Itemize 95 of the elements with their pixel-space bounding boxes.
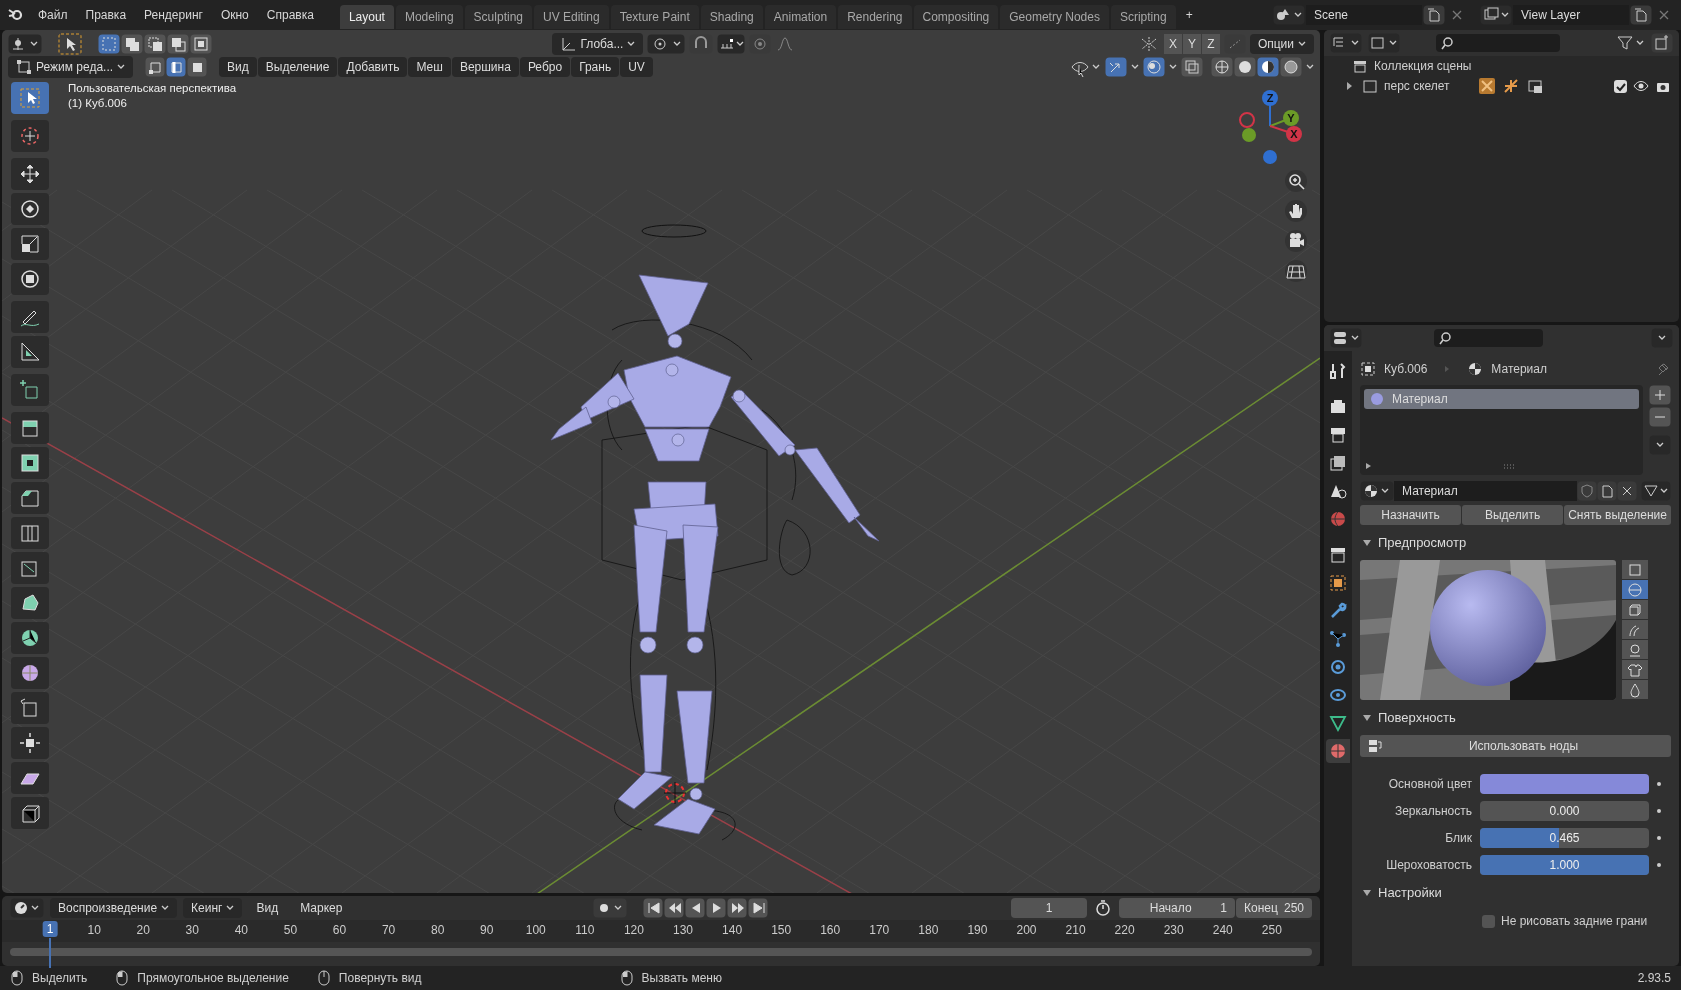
frame-number: 250	[1261, 923, 1282, 937]
add-workspace-button[interactable]: +	[1177, 5, 1201, 25]
workspace-tab[interactable]: Geometry Nodes	[1000, 5, 1109, 29]
menu-item[interactable]: Грань	[571, 56, 620, 77]
range-field[interactable]: Начало 1	[1119, 898, 1235, 918]
frame-number: 120	[623, 923, 644, 937]
mode-dropdown[interactable]: Режим реда...	[8, 55, 134, 78]
menu-item[interactable]: Вершина	[451, 56, 519, 77]
status-text: Выделить	[32, 971, 88, 985]
status-text: Прямоугольное выделение	[137, 971, 289, 985]
frame-number: 240	[1212, 923, 1233, 937]
workspace-tab[interactable]: Sculpting	[464, 5, 532, 29]
viewport-info-text: Пользовательская перспектива	[68, 82, 237, 94]
menu-item[interactable]: Меш	[408, 56, 451, 77]
frame-number: 110	[575, 923, 595, 937]
workspace-tab[interactable]: Texture Paint	[610, 5, 699, 29]
frame-number: 210	[1065, 923, 1086, 937]
frame-number: 80	[430, 923, 445, 937]
axis-toggle[interactable]: X	[1163, 33, 1182, 54]
frame-number: 130	[673, 923, 693, 937]
panel-header[interactable]: Поверхность	[1360, 704, 1671, 731]
workspace-tab[interactable]: Rendering	[838, 5, 912, 29]
status-text: Повернуть вид	[338, 971, 422, 985]
breadcrumb-text: Куб.006	[1384, 362, 1428, 376]
menu-item[interactable]: Рендеринг	[136, 5, 211, 25]
frame-number: 90	[480, 923, 494, 937]
view-layer-field[interactable]: View Layer	[1513, 5, 1629, 25]
workspace-tab[interactable]: UV Editing	[534, 5, 609, 29]
menu-item[interactable]: UV	[620, 56, 653, 77]
options-dropdown[interactable]: Опции	[1249, 33, 1314, 54]
axis-label: Y	[1287, 112, 1295, 124]
viewport-info-text: (1) Куб.006	[68, 97, 128, 109]
frame-number: 100	[525, 923, 546, 937]
frame-number: 220	[1114, 923, 1135, 937]
collection-label[interactable]: Коллекция сцены	[1374, 59, 1472, 73]
axis-toggle[interactable]: Z	[1201, 33, 1220, 54]
frame-number: 10	[87, 923, 101, 937]
frame-number: 20	[136, 923, 150, 937]
workspace-tab[interactable]: Animation	[764, 5, 837, 29]
menu-item[interactable]: Вид	[248, 898, 287, 918]
workspace-tab[interactable]: Compositing	[913, 5, 999, 29]
panel-header[interactable]: Настройки	[1360, 879, 1671, 906]
panel-header[interactable]: Предпросмотр	[1360, 529, 1671, 556]
menu-item[interactable]: Выделение	[257, 56, 338, 77]
orientation-dropdown[interactable]: Глоба...	[552, 32, 644, 55]
field-label: Шероховатость	[1385, 858, 1472, 872]
value-slider[interactable]: 0.000	[1480, 801, 1649, 821]
frame-number: 160	[820, 923, 841, 937]
menu-item[interactable]: Окно	[212, 5, 257, 25]
scene-field[interactable]: Scene	[1306, 5, 1422, 25]
frame-number: 190	[967, 923, 988, 937]
frame-number: 180	[918, 923, 939, 937]
frame-number: 170	[869, 923, 890, 937]
checkbox-label: Не рисовать задние грани	[1501, 914, 1648, 928]
value-slider[interactable]: 1.000	[1480, 855, 1649, 875]
frame-number: 200	[1016, 923, 1037, 937]
action-button[interactable]: Назначить	[1360, 505, 1462, 525]
version-text: 2.93.5	[1637, 971, 1671, 985]
frame-number: 150	[771, 923, 792, 937]
axis-label: Z	[1266, 92, 1274, 104]
field-label: Блик	[1444, 831, 1472, 845]
frame-number: 50	[283, 923, 298, 937]
field-label: Основной цвет	[1387, 777, 1472, 791]
axis-toggle[interactable]: Y	[1182, 33, 1201, 54]
collection-label[interactable]: перс скелет	[1384, 79, 1472, 93]
field-label: Зеркальность	[1393, 804, 1472, 818]
frame-number: 30	[185, 923, 199, 937]
workspace-tab[interactable]: Modeling	[395, 5, 463, 29]
frame-number: 60	[332, 923, 347, 937]
frame-number: 40	[234, 923, 249, 937]
menu-item[interactable]: Вид	[219, 56, 257, 77]
axis-label: X	[1290, 128, 1298, 140]
frame-number: 1	[42, 921, 58, 937]
workspace-tab[interactable]: Shading	[700, 5, 763, 29]
menu-item[interactable]: Ребро	[519, 56, 571, 77]
range-field[interactable]: Конец 250	[1236, 898, 1312, 918]
frame-field[interactable]: 1	[1011, 898, 1087, 918]
frame-number: 70	[381, 923, 396, 937]
menu-item[interactable]: Файл	[30, 5, 76, 25]
frame-number: 140	[722, 923, 743, 937]
frame-number: 230	[1163, 923, 1184, 937]
menu-item[interactable]: Маркер	[292, 898, 351, 918]
workspace-tab[interactable]: Scripting	[1110, 5, 1176, 29]
workspace-tab[interactable]: Layout	[339, 5, 394, 29]
menu-dropdown[interactable]: Кеинг	[183, 898, 243, 918]
material-name-field[interactable]: Материал	[1394, 481, 1577, 501]
action-button[interactable]: Выделить	[1462, 505, 1564, 525]
menu-dropdown[interactable]: Воспроизведение	[50, 898, 178, 918]
use-nodes-button[interactable]: Использовать ноды	[1360, 735, 1671, 757]
menu-item[interactable]: Добавить	[338, 56, 408, 77]
menu-item[interactable]: Правка	[77, 5, 135, 25]
status-text: Вызвать меню	[641, 971, 722, 985]
breadcrumb-text: Материал	[1491, 362, 1547, 376]
menu-item[interactable]: Справка	[258, 5, 322, 25]
action-button[interactable]: Снять выделение	[1564, 505, 1671, 525]
